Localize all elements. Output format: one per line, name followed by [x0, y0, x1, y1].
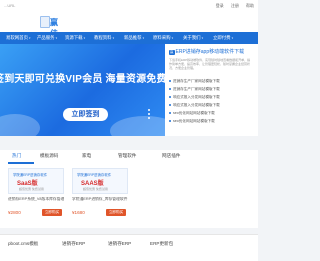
nav-item-tutorials[interactable]: 教程资料▾ — [94, 34, 114, 42]
tab-erp-2[interactable]: 进销存ERP — [108, 241, 131, 247]
chevron-down-icon: ▾ — [28, 36, 31, 40]
site-logo[interactable]: 赢佳 — [40, 16, 60, 38]
tab-appliances[interactable]: 家电 — [82, 153, 91, 159]
list-item-label: 响应式推入分发网站模版下载 — [173, 95, 220, 99]
product-price: ¥1680 — [72, 210, 85, 215]
bullet-icon — [169, 88, 171, 91]
nav-item-label: 新品推荐 — [124, 35, 142, 40]
nav-item-purchase[interactable]: 原料采购▾ — [153, 34, 173, 42]
panel-title-text: ERP进销存app移动端软件下载 — [175, 49, 245, 55]
sign-in-button[interactable]: 立即签到 — [63, 108, 108, 121]
product-name[interactable]: 进销存ERP系统_V8版本库存管理 — [8, 197, 64, 202]
panel-title[interactable]: 赢 ERP进销存app移动端软件下载 — [169, 48, 244, 55]
bullet-icon — [169, 96, 171, 99]
product-thumbnail[interactable]: 学院通ERP进销存软件 SaaS版 超值优惠 免费试用 — [8, 168, 64, 194]
bottom-category-bar: pboot.cms模板 进销存ERP 进销存ERP ERP更新包 — [0, 234, 258, 261]
product-name[interactable]: 学院通ERP进销存_库存管理软件 — [72, 197, 128, 202]
nav-item-label: 关于我们 — [183, 35, 201, 40]
cloud-decoration — [0, 114, 40, 136]
top-left-text: ...URL — [4, 3, 16, 8]
nav-item-label: 易软网首页 — [6, 35, 28, 40]
nav-item-home[interactable]: 易软网首页▾ — [6, 34, 30, 42]
thumb-caption: 学院通ERP进销存软件 — [13, 173, 48, 177]
erp-badge-icon: 赢 — [169, 50, 175, 55]
list-item-label: seo优化网站网站模版下载 — [173, 111, 215, 115]
nav-item-label: 产品服务 — [37, 35, 55, 40]
tab-templates[interactable]: 模板源码 — [40, 153, 58, 159]
bullet-icon — [169, 112, 171, 115]
top-utility-bar: ...URL 登录 注册 帮助 — [0, 0, 258, 12]
category-tabs: 热门 模板源码 家电 管理软件 网店插件 — [0, 150, 258, 165]
nav-item-about[interactable]: 关于我们▾ — [183, 34, 203, 42]
list-item-label: 进销存生产厂家网站模版下载 — [173, 87, 220, 91]
bullet-icon — [169, 80, 171, 83]
thumb-title: SAAS版 — [81, 181, 104, 187]
list-item[interactable]: 进销存生产厂家网站模版下载 — [169, 77, 255, 85]
nav-item-pay[interactable]: 立即付费▾ — [213, 34, 233, 42]
tab-erp[interactable]: 进销存ERP — [62, 241, 85, 247]
banner-headline: 签到天即可兑换VIP会员 海量资源免费下载 — [0, 74, 165, 85]
top-links: 登录 注册 帮助 — [210, 3, 254, 9]
list-item-label: 进销存生产厂家网站模版下载 — [173, 79, 220, 83]
chevron-down-icon: ▾ — [55, 36, 58, 40]
thumb-subtitle: 超值优惠 免费试用 — [83, 187, 108, 191]
product-grid: 学院通ERP进销存软件 SaaS版 超值优惠 免费试用 进销存ERP系统_V8版… — [0, 164, 258, 228]
chevron-down-icon: ▾ — [201, 36, 204, 40]
tab-erp-update[interactable]: ERP更新包 — [150, 241, 173, 247]
list-item[interactable]: seo优化网站网站模版下载 — [169, 109, 255, 117]
login-link[interactable]: 登录 — [216, 3, 224, 8]
nav-item-label: 教程资料 — [94, 35, 112, 40]
carousel-dot[interactable] — [148, 117, 150, 119]
nav-item-label: 原料采购 — [153, 35, 171, 40]
chevron-down-icon: ▾ — [142, 36, 145, 40]
chevron-down-icon: ▾ — [83, 36, 86, 40]
tab-plugins[interactable]: 网店插件 — [162, 153, 180, 159]
carousel-dot[interactable] — [148, 113, 150, 115]
logo-mark-icon — [40, 16, 50, 28]
list-item[interactable]: 响应式推入分发网站模版下载 — [169, 93, 255, 101]
nav-item-new[interactable]: 新品推荐▾ — [124, 34, 144, 42]
nav-item-downloads[interactable]: 资源下载▾ — [65, 34, 85, 42]
list-item-label: seo优化网站网站模版下载 — [173, 119, 215, 123]
app-download-panel: 赢 ERP进销存app移动端软件下载 下载手机ERP移动端软件，实现随时随地查看数… — [165, 44, 258, 136]
tab-software[interactable]: 管理软件 — [118, 153, 136, 159]
buy-button[interactable]: 立即购买 — [106, 209, 126, 216]
header: 赢佳 — [0, 12, 258, 38]
main-nav: 易软网首页▾ 产品服务▾ 资源下载▾ 教程资料▾ 新品推荐▾ 原料采购▾ 关于我… — [0, 32, 258, 44]
nav-item-label: 立即付费 — [213, 35, 231, 40]
bullet-icon — [169, 104, 171, 107]
help-link[interactable]: 帮助 — [246, 3, 254, 8]
chevron-down-icon: ▾ — [171, 36, 174, 40]
list-item[interactable]: 进销存生产厂家网站模版下载 — [169, 85, 255, 93]
product-price: ¥2800 — [8, 210, 21, 215]
carousel-dot[interactable] — [148, 109, 150, 111]
download-list: 进销存生产厂家网站模版下载 进销存生产厂家网站模版下载 响应式推入分发网站模版下… — [169, 77, 255, 125]
tab-pbootcms[interactable]: pboot.cms模板 — [8, 241, 38, 247]
list-item[interactable]: 响应式推入分发网站模版下载 — [169, 101, 255, 109]
product-card[interactable]: 学院通ERP进销存软件 SaaS版 超值优惠 免费试用 进销存ERP系统_V8版… — [8, 168, 64, 226]
promo-banner[interactable]: 签到天即可兑换VIP会员 海量资源免费下载 立即签到 — [0, 44, 165, 136]
register-link[interactable]: 注册 — [231, 3, 239, 8]
bullet-icon — [169, 120, 171, 123]
buy-button[interactable]: 立即购买 — [42, 209, 62, 216]
nav-item-products[interactable]: 产品服务▾ — [37, 34, 57, 42]
product-thumbnail[interactable]: 学院通ERP进销存软件 SAAS版 超值优惠 免费试用 — [72, 168, 128, 194]
carousel-dots — [148, 107, 158, 127]
thumb-subtitle: 超值优惠 免费试用 — [19, 187, 44, 191]
panel-description: 下载手机ERP移动端软件，实现随时随地查看数据和开单，操作简单方便，提高效率，让… — [169, 58, 251, 71]
thumb-caption: 学院通ERP进销存软件 — [77, 173, 112, 177]
list-item[interactable]: seo优化网站网站模版下载 — [169, 117, 255, 125]
tab-hot[interactable]: 热门 — [12, 153, 21, 159]
product-card[interactable]: 学院通ERP进销存软件 SAAS版 超值优惠 免费试用 学院通ERP进销存_库存… — [72, 168, 128, 226]
list-item-label: 响应式推入分发网站模版下载 — [173, 103, 220, 107]
chevron-down-icon: ▾ — [231, 36, 234, 40]
chevron-down-icon: ▾ — [112, 36, 115, 40]
nav-item-label: 资源下载 — [65, 35, 83, 40]
thumb-title: SaaS版 — [17, 181, 38, 187]
